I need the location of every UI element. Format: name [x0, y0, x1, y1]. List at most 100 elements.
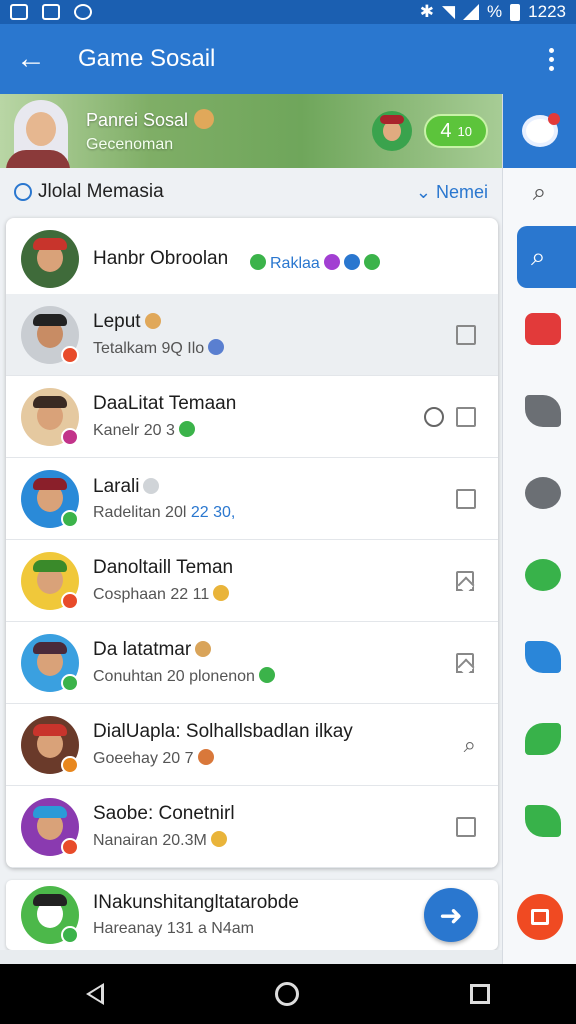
battery-percent: % [487, 2, 503, 21]
emoji-icon [208, 339, 225, 355]
chat-bubble-icon [521, 113, 560, 147]
rail-app-icon[interactable] [503, 616, 576, 698]
overflow-menu-icon[interactable] [526, 24, 576, 94]
chat-title: Saobe: Conetnirl [93, 803, 235, 824]
rail-app-icon[interactable] [503, 288, 576, 370]
emoji-icon [197, 749, 214, 765]
status-badge [61, 427, 79, 446]
chat-subtitle: Conuhtan 20 plonenon [93, 668, 255, 685]
chat-title: DaaLitat Temaan [93, 393, 237, 414]
emoji-icon [178, 421, 195, 437]
emoji-icon [343, 254, 360, 270]
rail-app-icon[interactable] [503, 534, 576, 616]
chat-tagline: Raklaa [250, 254, 380, 273]
section-title: Jlolal Memasia [38, 181, 164, 202]
battery-icon [510, 3, 521, 21]
chat-subtitle: Tetalkam 9Q Ilo [93, 340, 205, 357]
chat-subtitle: Kanelr 20 3 [93, 422, 175, 439]
section-link[interactable]: ⌄ Nemei [416, 182, 488, 203]
profile-avatar[interactable] [0, 94, 76, 168]
status-badge [61, 755, 79, 774]
app-bar: ← Game Sosail [0, 24, 576, 94]
list-item[interactable]: Da latatmar Conuhtan 20 plonenon [6, 622, 498, 704]
rail-stop-button[interactable] [517, 894, 563, 940]
select-checkbox[interactable] [456, 488, 476, 509]
bookmark-icon[interactable] [456, 570, 474, 591]
rail-chat-button[interactable] [503, 94, 576, 168]
list-item[interactable]: Larali Radelitan 20l 22 30, [6, 458, 498, 540]
profile-banner[interactable]: Panrei Sosal Gecenoman 4 10 [0, 94, 502, 168]
list-item[interactable]: Leput Tetalkam 9Q Ilo [6, 294, 498, 376]
select-checkbox[interactable] [456, 406, 476, 427]
emoji-icon [213, 585, 230, 601]
notification-icon [74, 4, 92, 20]
list-item[interactable]: Danoltaill Teman Cosphaan 22 11 [6, 540, 498, 622]
section-link-label: Nemei [435, 181, 488, 202]
chat-subtitle: Nanairan 20.3M [93, 832, 207, 849]
status-badge [61, 345, 79, 364]
chat-title: Danoltaill Teman [93, 557, 234, 578]
chat-subtitle: Hareanay 131 a N4am [93, 920, 254, 937]
emoji-icon [144, 313, 161, 329]
search-icon[interactable]: ⌕ [464, 732, 476, 758]
info-icon [14, 183, 32, 201]
rail-app-icon[interactable] [503, 698, 576, 780]
rail-app-icon[interactable] [503, 780, 576, 862]
status-badge [61, 837, 79, 856]
rail-search-icon[interactable]: ⌕ [503, 168, 576, 218]
notification-icon [42, 4, 60, 20]
side-rail: ⌕ ⌕ [502, 94, 576, 964]
chat-title: Hanbr Obroolan [93, 247, 229, 269]
emoji-icon [194, 108, 215, 129]
friend-avatar[interactable] [372, 111, 413, 151]
avatar [21, 229, 79, 288]
status-badge [61, 591, 79, 610]
stop-icon [531, 909, 549, 925]
avatar [21, 633, 79, 692]
chat-title: Larali [93, 475, 140, 497]
chat-title: DialUapla: Solhallsbadlan ilkay [93, 721, 353, 742]
clock-time: 1223 [528, 2, 566, 21]
system-nav-bar [0, 964, 576, 1024]
chat-subtitle: Cosphaan 22 11 [93, 586, 210, 603]
avatar [21, 469, 79, 528]
avatar [21, 305, 79, 364]
chat-title: Da latatmar [93, 639, 192, 660]
avatar [21, 387, 79, 446]
notification-icon [10, 4, 28, 20]
app-title: Game Sosail [78, 45, 216, 72]
emoji-icon [210, 831, 227, 847]
forward-arrow-button[interactable]: ➜ [424, 888, 478, 942]
chat-subtitle-highlight: 22 30, [190, 503, 236, 521]
chat-title: INakunshitangltatarobde [93, 892, 299, 913]
list-item[interactable]: INakunshitangltatarobde Hareanay 131 a N… [6, 880, 498, 950]
score-badge[interactable]: 4 10 [424, 114, 488, 148]
list-item[interactable]: Saobe: Conetnirl Nanairan 20.3M [6, 786, 498, 868]
signal-icon [463, 4, 480, 20]
emoji-icon [258, 667, 275, 683]
list-item[interactable]: Hanbr Obroolan Raklaa [6, 218, 498, 300]
emoji-icon [195, 641, 212, 657]
vibrate-icon: ✱ [419, 2, 434, 21]
nav-back-icon[interactable] [85, 983, 104, 1005]
status-badge [61, 926, 79, 944]
nav-recents-icon[interactable] [470, 984, 491, 1004]
list-item[interactable]: DaaLitat Temaan Kanelr 20 3 [6, 376, 498, 458]
select-checkbox[interactable] [456, 816, 476, 837]
wifi-icon: ◥ [441, 2, 456, 21]
status-bar: ✱ ◥ % 1223 [0, 0, 576, 24]
status-badge [61, 509, 79, 528]
status-badge [61, 673, 79, 692]
nav-home-icon[interactable] [274, 982, 299, 1006]
rail-app-icon[interactable] [503, 452, 576, 534]
back-arrow-icon[interactable]: ← [0, 24, 62, 94]
select-checkbox[interactable] [456, 324, 476, 345]
clock-icon [424, 406, 444, 427]
avatar [21, 886, 79, 944]
section-header: Jlolal Memasia ⌄ Nemei [0, 168, 502, 216]
bookmark-icon[interactable] [456, 652, 474, 673]
score-suffix: 10 [457, 123, 472, 139]
rail-search-active-icon[interactable]: ⌕ [517, 226, 576, 288]
list-item[interactable]: DialUapla: Solhallsbadlan ilkay Goeehay … [6, 704, 498, 786]
rail-app-icon[interactable] [503, 370, 576, 452]
